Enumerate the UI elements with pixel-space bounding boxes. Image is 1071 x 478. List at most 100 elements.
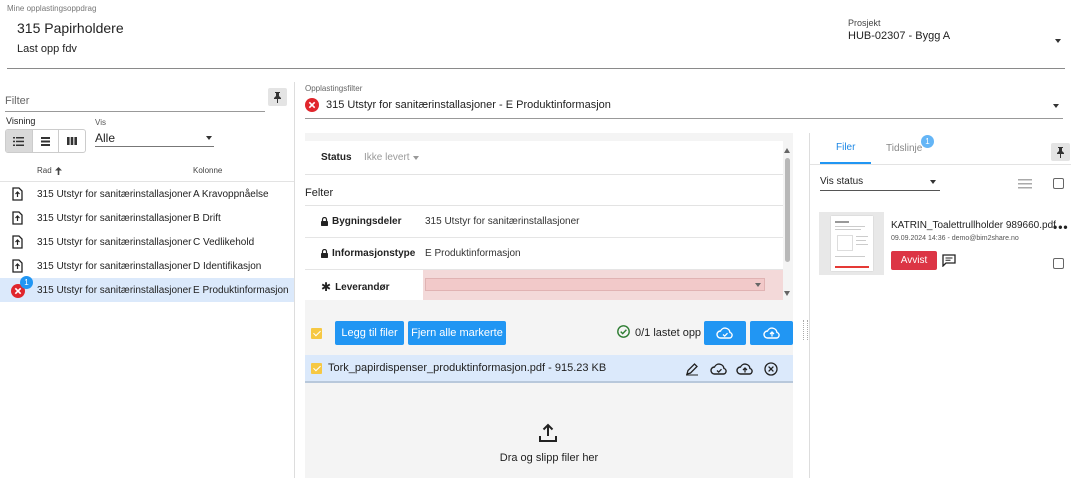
pin-icon[interactable] — [268, 88, 287, 106]
table-row[interactable]: 315 Utstyr for sanitærinstallasjoner A K… — [0, 182, 294, 206]
select-all-files-checkbox[interactable] — [1053, 178, 1064, 189]
chevron-down-icon[interactable] — [755, 283, 761, 287]
cancel-icon[interactable] — [764, 362, 778, 376]
chevron-down-icon[interactable] — [206, 136, 212, 140]
file-thumbnail[interactable] — [819, 212, 884, 275]
cloud-sync-button[interactable] — [704, 321, 746, 345]
error-icon — [305, 98, 319, 112]
field-informasjonstype: Informasjonstype E Produktinformasjon — [305, 238, 783, 270]
project-label: Prosjekt — [848, 18, 881, 28]
table-row[interactable]: 315 Utstyr for sanitærinstallasjoner B D… — [0, 206, 294, 230]
resize-handle[interactable] — [803, 320, 808, 340]
chevron-down-icon[interactable] — [1055, 39, 1061, 43]
scroll-up-icon[interactable] — [784, 148, 790, 153]
pin-icon[interactable] — [1051, 143, 1070, 161]
row-rad: 315 Utstyr for sanitærinstallasjoner — [37, 236, 192, 248]
page-title: 315 Papirholdere — [17, 20, 124, 36]
felter-heading: Felter — [305, 187, 334, 199]
status-select[interactable]: Ikke levert — [364, 152, 419, 163]
vis-select[interactable]: Alle — [95, 131, 115, 145]
file-checkbox[interactable] — [1053, 258, 1064, 269]
file-upload-icon — [12, 235, 23, 249]
field-leverandor: ✱ Leverandør — [305, 270, 783, 302]
row-kolonne: B Drift — [193, 212, 221, 224]
upload-filter-select[interactable]: 315 Utstyr for sanitærinstallasjoner - E… — [326, 99, 611, 111]
file-upload-icon — [12, 187, 23, 201]
project-select[interactable]: HUB-02307 - Bygg A — [848, 30, 950, 42]
file-upload-icon — [12, 259, 23, 273]
upload-icon — [539, 423, 557, 442]
field-value: 315 Utstyr for sanitærinstallasjoner — [425, 216, 580, 227]
row-kolonne: C Vedlikehold — [193, 236, 255, 248]
row-kolonne: D Identifikasjon — [193, 260, 262, 272]
chevron-down-icon — [412, 155, 419, 160]
edit-icon[interactable] — [685, 362, 699, 376]
status-value: Ikke levert — [364, 152, 410, 163]
cloud-check-icon[interactable] — [710, 363, 728, 375]
scrollbar-thumb[interactable] — [785, 158, 790, 262]
field-label: Informasjonstype — [332, 248, 416, 259]
cloud-upload-icon — [762, 327, 780, 339]
file-list-item[interactable]: Tork_papirdispenser_produktinformasjon.p… — [305, 355, 793, 383]
column-header-kolonne[interactable]: Kolonne — [193, 166, 222, 175]
tab-files[interactable]: Filer — [836, 142, 855, 153]
lock-icon — [321, 249, 328, 258]
compact-view-icon[interactable] — [31, 130, 59, 152]
notification-badge: 1 — [20, 276, 33, 289]
page-subtitle: Last opp fdv — [17, 43, 77, 55]
remove-all-marked-button[interactable]: Fjern alle markerte — [408, 321, 506, 345]
menu-lines-icon[interactable] — [1018, 179, 1032, 189]
fields-scrollbar[interactable] — [783, 141, 793, 300]
dropzone-text[interactable]: Dra og slipp filer her — [305, 452, 793, 464]
leverandor-select[interactable] — [425, 278, 765, 291]
file-checkbox[interactable] — [311, 363, 322, 374]
view-toggle-group — [5, 129, 86, 153]
row-rad: 315 Utstyr for sanitærinstallasjoner — [37, 284, 192, 296]
vis-label: Vis — [95, 118, 106, 127]
cloud-sync-icon — [716, 327, 733, 339]
more-options-icon[interactable]: ••• — [1053, 220, 1069, 234]
check-circle-icon — [617, 325, 630, 338]
field-value: E Produktinformasjon — [425, 248, 521, 259]
upload-filter-label: Opplastingsfilter — [305, 84, 363, 93]
visning-label: Visning — [6, 116, 36, 126]
add-files-button[interactable]: Legg til filer — [335, 321, 404, 345]
timeline-badge: 1 — [921, 135, 934, 148]
filter-input[interactable]: Filter — [5, 95, 29, 107]
lock-icon — [321, 217, 328, 226]
file-name[interactable]: KATRIN_Toalettrullholder 989660.pdf — [891, 220, 1056, 231]
row-rad: 315 Utstyr for sanitærinstallasjoner — [37, 260, 192, 272]
column-header-rad-label: Rad — [37, 166, 52, 175]
column-view-icon[interactable] — [58, 130, 85, 152]
list-view-icon[interactable] — [6, 130, 32, 152]
upload-status: 0/1 lastet opp — [635, 327, 702, 339]
chevron-down-icon[interactable] — [1053, 104, 1059, 108]
chevron-down-icon[interactable] — [930, 180, 936, 184]
breadcrumb[interactable]: Mine opplastingsoppdrag — [7, 4, 96, 13]
table-row[interactable]: 315 Utstyr for sanitærinstallasjoner C V… — [0, 230, 294, 254]
field-label: Bygningsdeler — [332, 216, 402, 227]
cloud-upload-button[interactable] — [750, 321, 793, 345]
row-rad: 315 Utstyr for sanitærinstallasjoner — [37, 188, 192, 200]
row-kolonne: A Kravoppnåelse — [193, 188, 269, 200]
status-label: Status — [321, 152, 352, 163]
scroll-down-icon[interactable] — [784, 291, 790, 296]
row-kolonne: E Produktinformasjon — [193, 284, 289, 296]
table-row[interactable]: 315 Utstyr for sanitærinstallasjoner D I… — [0, 254, 294, 278]
sort-up-icon — [54, 166, 62, 175]
field-bygningsdeler: Bygningsdeler 315 Utstyr for sanitærinst… — [305, 206, 783, 238]
row-rad: 315 Utstyr for sanitærinstallasjoner — [37, 212, 192, 224]
tab-timeline[interactable]: Tidslinje — [886, 143, 922, 154]
file-meta: 09.09.2024 14:36 - demo@bim2share.no — [891, 235, 1019, 242]
table-row-selected[interactable]: 1 315 Utstyr for sanitærinstallasjoner E… — [0, 276, 294, 302]
pdf-page-preview — [831, 216, 873, 271]
comment-icon[interactable] — [942, 254, 956, 267]
required-asterisk-icon: ✱ — [321, 280, 332, 294]
file-upload-icon — [12, 211, 23, 225]
field-label: Leverandør — [335, 281, 390, 293]
select-all-checkbox[interactable] — [311, 328, 322, 339]
rejected-status-button[interactable]: Avvist — [891, 251, 937, 270]
vis-status-select[interactable]: Vis status — [820, 176, 863, 187]
column-header-rad[interactable]: Rad — [37, 166, 62, 175]
cloud-upload-icon[interactable] — [736, 363, 754, 375]
